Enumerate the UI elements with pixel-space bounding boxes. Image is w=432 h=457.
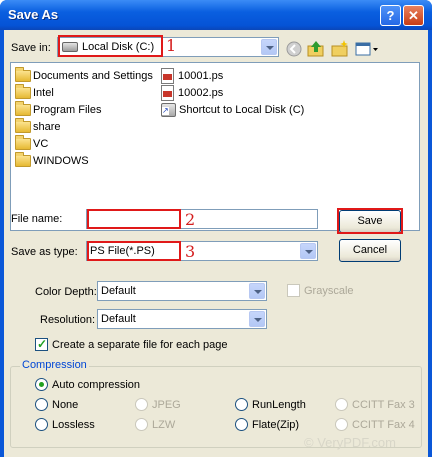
- list-item[interactable]: Program Files: [15, 101, 102, 118]
- ccitt-fax-3-label: CCITT Fax 3: [352, 399, 415, 411]
- cancel-button[interactable]: Cancel: [339, 239, 401, 262]
- separate-file-label: Create a separate file for each page: [52, 339, 228, 351]
- color-depth-value: Default: [101, 285, 136, 297]
- up-folder-icon[interactable]: [306, 39, 326, 59]
- file-name-text: WINDOWS: [33, 155, 89, 167]
- none-radio[interactable]: [35, 398, 48, 411]
- annotation-number-3: 3: [185, 242, 196, 261]
- chevron-down-icon[interactable]: [261, 39, 277, 55]
- ps-file-icon: [161, 85, 174, 101]
- shortcut-icon: [161, 103, 176, 117]
- chevron-down-icon[interactable]: [249, 311, 265, 327]
- annotation-box-2: [87, 209, 181, 229]
- file-name-text: Intel: [33, 87, 54, 99]
- back-icon[interactable]: [284, 39, 304, 59]
- file-name-text: Program Files: [33, 104, 102, 116]
- folder-icon: [15, 67, 31, 82]
- ps-file-icon: [161, 68, 174, 84]
- annotation-box-save: [337, 208, 403, 234]
- ccitt-fax-4-radio[interactable]: [335, 418, 348, 431]
- file-name-text: share: [33, 121, 61, 133]
- list-item[interactable]: share: [15, 118, 61, 135]
- file-name-text: Shortcut to Local Disk (C): [179, 104, 305, 116]
- lossless-label: Lossless: [52, 419, 95, 431]
- chevron-down-icon[interactable]: [300, 243, 316, 259]
- auto-compression-label: Auto compression: [52, 379, 141, 391]
- flate-label: Flate(Zip): [252, 419, 300, 431]
- annotation-box-1: [58, 35, 163, 57]
- folder-icon: [15, 84, 31, 99]
- color-depth-label: Color Depth:: [35, 286, 97, 298]
- folder-icon: [15, 135, 31, 150]
- none-label: None: [52, 399, 79, 411]
- list-item[interactable]: WINDOWS: [15, 152, 89, 169]
- ccitt-fax-4-label: CCITT Fax 4: [352, 419, 415, 431]
- file-name-text: 10002.ps: [178, 87, 224, 99]
- lzw-label: LZW: [152, 419, 176, 431]
- view-menu-icon[interactable]: [354, 39, 380, 59]
- separate-file-checkbox[interactable]: [35, 337, 48, 351]
- annotation-number-1: 1: [166, 36, 177, 55]
- help-button[interactable]: ?: [380, 5, 401, 26]
- folder-icon: [15, 101, 31, 116]
- jpeg-radio[interactable]: [135, 398, 148, 411]
- list-item[interactable]: 10002.ps: [161, 85, 223, 101]
- annotation-number-2: 2: [185, 210, 196, 229]
- chevron-down-icon[interactable]: [249, 283, 265, 299]
- compression-group-title: Compression: [20, 359, 89, 371]
- list-item[interactable]: Intel: [15, 84, 54, 101]
- watermark: © VeryPDF.com: [304, 435, 396, 450]
- new-folder-icon[interactable]: [330, 39, 350, 59]
- list-item[interactable]: VC: [15, 135, 49, 152]
- title-bar[interactable]: Save As ? ✕: [0, 0, 432, 30]
- folder-icon: [15, 152, 31, 167]
- save-as-type-label: Save as type:: [11, 246, 78, 258]
- auto-compression-radio[interactable]: [35, 378, 48, 391]
- save-in-label: Save in:: [11, 42, 51, 54]
- runlength-radio[interactable]: [235, 398, 248, 411]
- file-name-text: 10001.ps: [178, 70, 224, 82]
- lzw-radio[interactable]: [135, 418, 148, 431]
- save-as-dialog: Save As ? ✕ Save in: Local Disk (C:) 1 D…: [0, 0, 432, 457]
- grayscale-label: Grayscale: [304, 285, 354, 297]
- grayscale-checkbox[interactable]: [287, 284, 300, 297]
- dialog-body: Save in: Local Disk (C:) 1 Documents and…: [4, 30, 428, 457]
- file-name-text: Documents and Settings: [33, 70, 153, 82]
- lossless-radio[interactable]: [35, 418, 48, 431]
- dialog-title: Save As: [8, 7, 59, 22]
- file-list[interactable]: Documents and Settings Intel Program Fil…: [10, 62, 420, 231]
- jpeg-label: JPEG: [152, 399, 181, 411]
- list-item[interactable]: 10001.ps: [161, 68, 223, 84]
- flate-radio[interactable]: [235, 418, 248, 431]
- resolution-value: Default: [101, 313, 136, 325]
- file-name-label: File name:: [11, 213, 63, 225]
- close-button[interactable]: ✕: [403, 5, 424, 26]
- ccitt-fax-3-radio[interactable]: [335, 398, 348, 411]
- list-item[interactable]: Documents and Settings: [15, 67, 153, 84]
- resolution-label: Resolution:: [40, 314, 96, 326]
- list-item[interactable]: Shortcut to Local Disk (C): [161, 102, 304, 118]
- folder-icon: [15, 118, 31, 133]
- color-depth-dropdown[interactable]: Default: [97, 281, 267, 301]
- file-name-text: VC: [33, 138, 49, 150]
- resolution-dropdown[interactable]: Default: [97, 309, 267, 329]
- annotation-box-3: [87, 241, 181, 261]
- runlength-label: RunLength: [252, 399, 306, 411]
